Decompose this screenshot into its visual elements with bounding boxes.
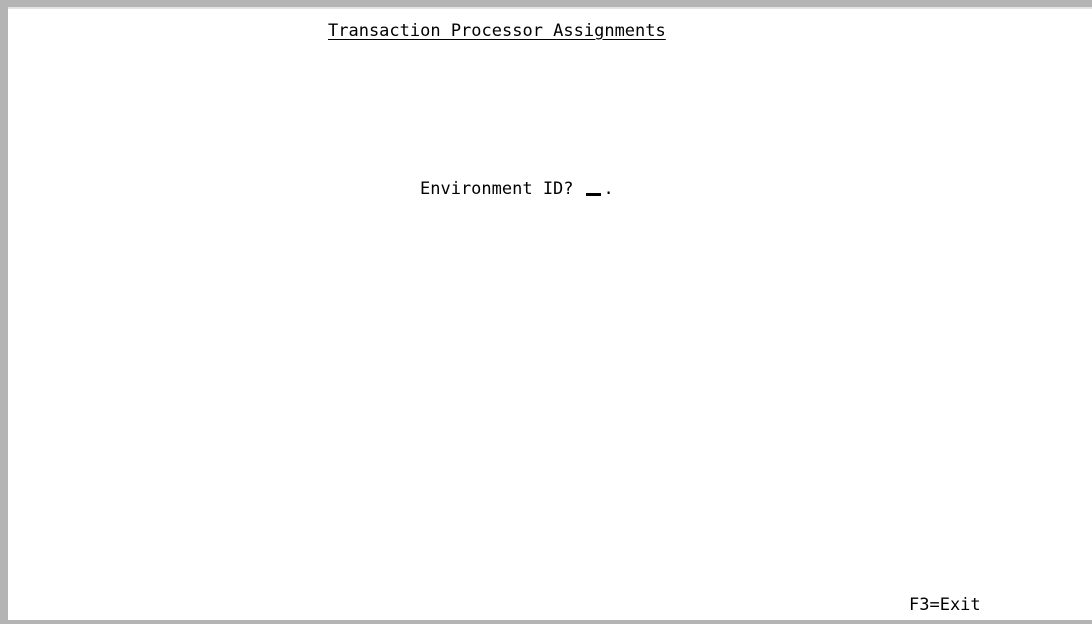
text-cursor [585, 193, 601, 196]
screen-title: Transaction Processor Assignments [328, 21, 666, 41]
terminal-screen: Transaction Processor Assignments Enviro… [0, 0, 1092, 624]
f3-exit-key[interactable]: F3=Exit [909, 595, 981, 615]
field-terminator: . [603, 179, 614, 199]
environment-id-prompt: Environment ID? . [420, 179, 614, 199]
environment-id-input[interactable] [585, 179, 602, 197]
environment-id-label: Environment ID? [420, 179, 574, 199]
